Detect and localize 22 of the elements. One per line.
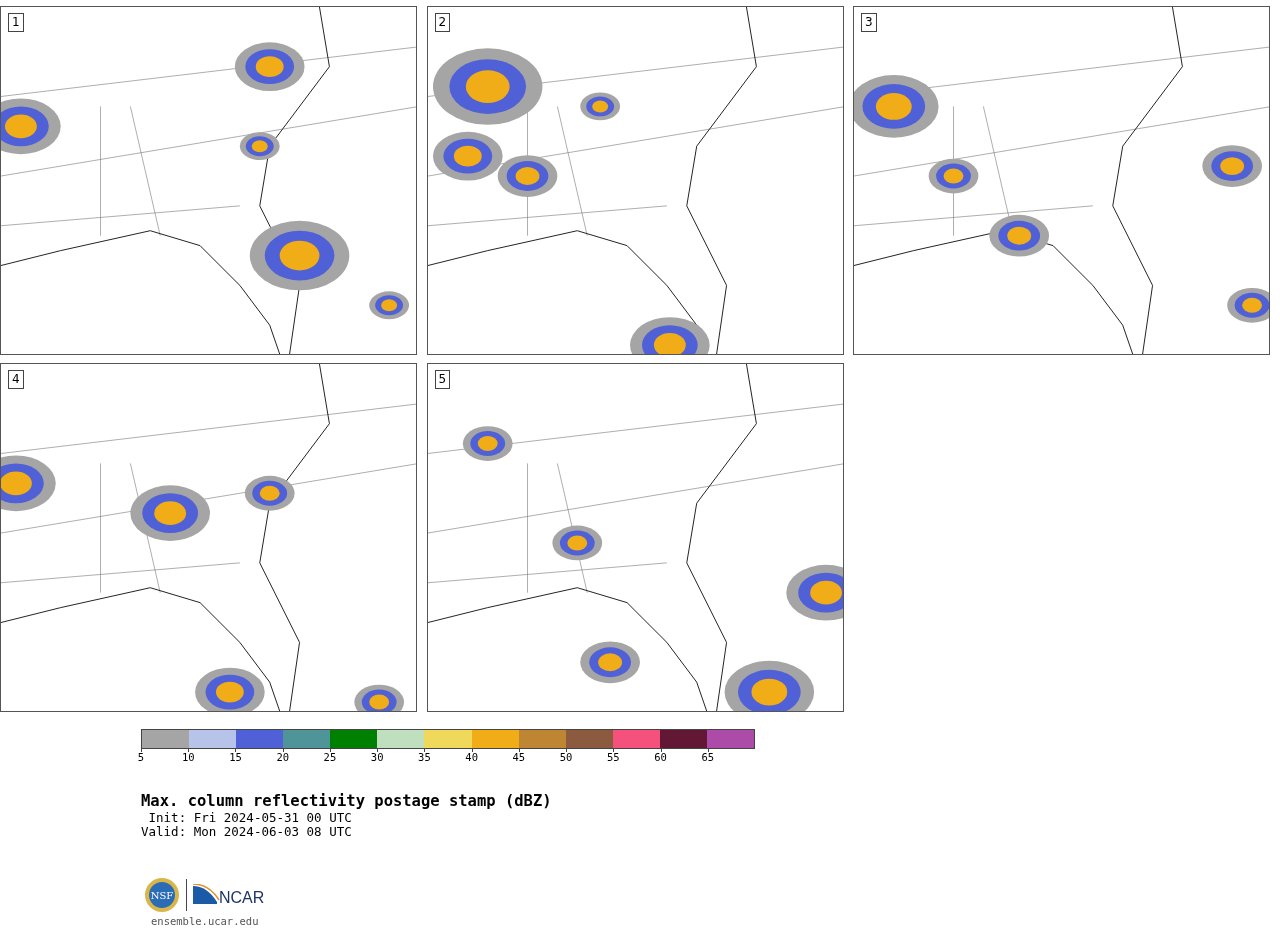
site-url: ensemble.ucar.edu — [151, 915, 260, 927]
tick-label: 15 — [229, 751, 242, 763]
tick-label: 55 — [607, 751, 620, 763]
tick-label: 25 — [323, 751, 337, 763]
panel-number: 3 — [861, 13, 877, 32]
tick-label: 50 — [559, 751, 573, 763]
ncar-logo: NCAR — [193, 884, 267, 906]
tick-label: 10 — [181, 751, 195, 763]
tick-label: 20 — [276, 751, 290, 763]
tick-label: 40 — [465, 751, 478, 763]
tick-label: 5 — [137, 751, 145, 763]
tick-label: 35 — [418, 751, 431, 763]
init-time: Init: Fri 2024-05-31 00 UTC — [147, 811, 353, 825]
valid-time: Valid: Mon 2024-06-03 08 UTC — [141, 825, 353, 839]
chart-title: Max. column reflectivity postage stamp (dBZ) — [141, 791, 553, 811]
panel-number: 1 — [8, 13, 24, 32]
nsf-logo: NSF — [144, 877, 180, 913]
tick-label: 65 — [701, 751, 715, 763]
tick-label: 45 — [512, 751, 526, 763]
panel-number: 4 — [8, 370, 24, 389]
tick-label: 60 — [654, 751, 667, 763]
tick-label: 30 — [370, 751, 384, 763]
